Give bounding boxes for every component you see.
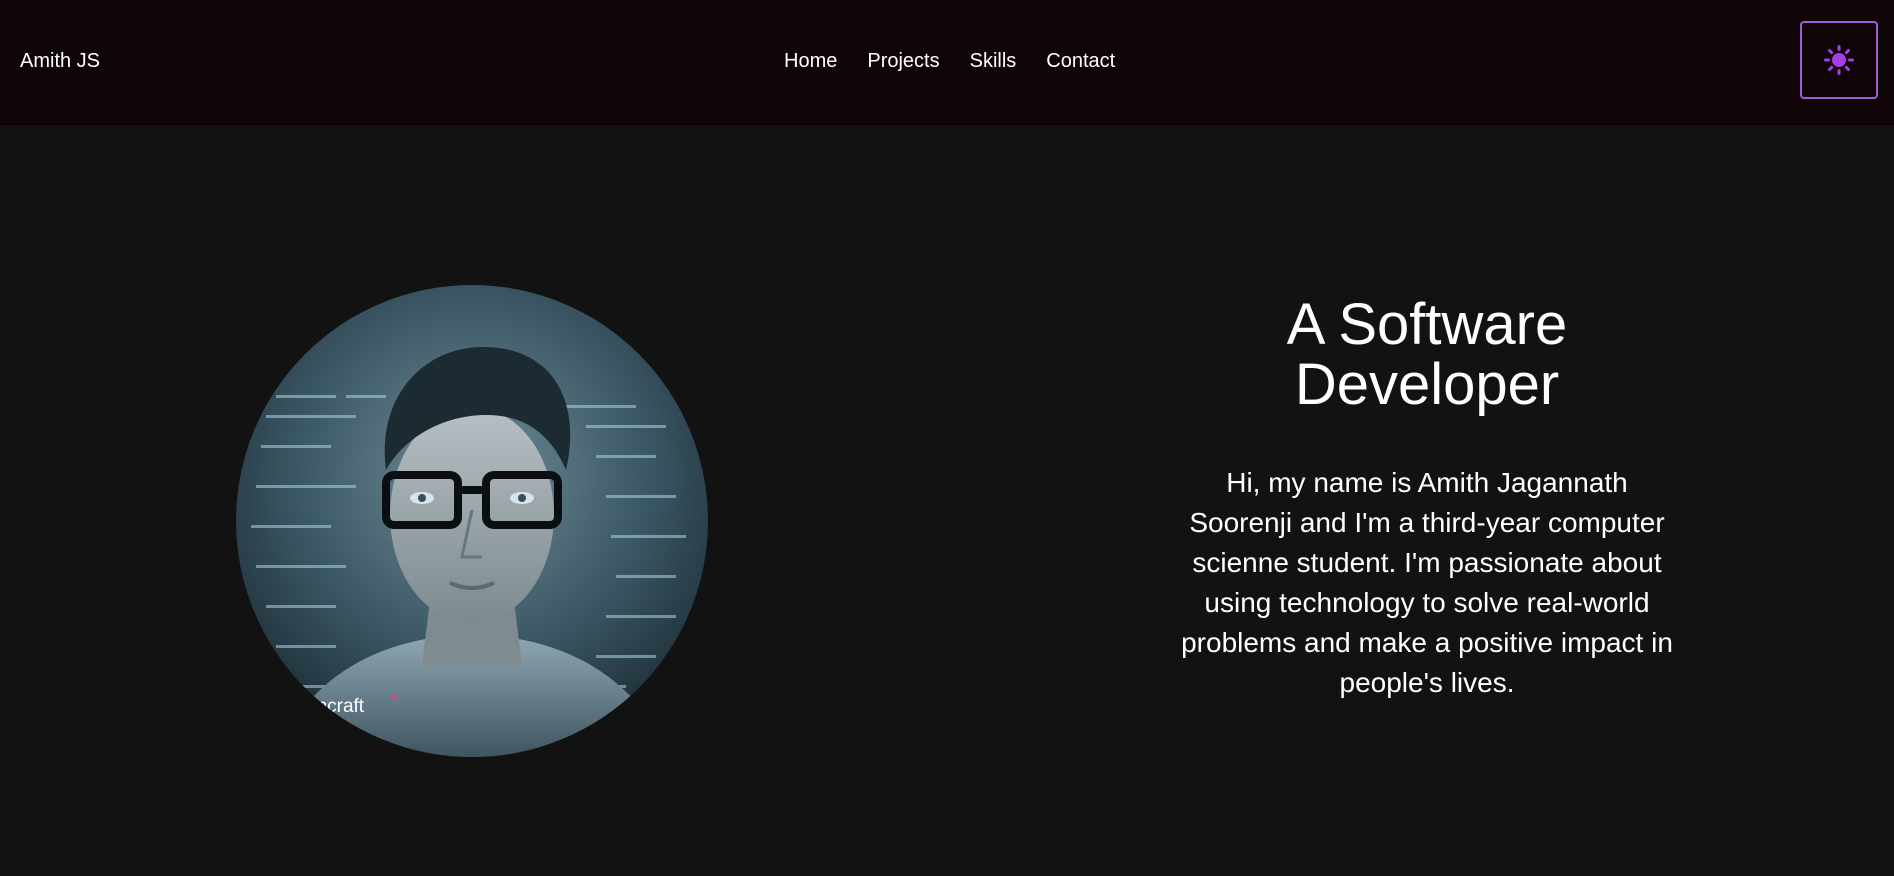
nav-link-home[interactable]: Home xyxy=(784,50,837,72)
nav-link-skills[interactable]: Skills xyxy=(970,50,1017,72)
sun-icon xyxy=(1824,45,1854,75)
profile-photo: encraft xyxy=(236,285,708,757)
nav-link-contact[interactable]: Contact xyxy=(1046,50,1115,72)
theme-toggle-button[interactable] xyxy=(1800,21,1878,99)
page-title: A Software Developer xyxy=(1286,292,1568,417)
nav-link-projects[interactable]: Projects xyxy=(867,50,939,72)
bio-paragraph: Hi, my name is Amith Jagannath Soorenji … xyxy=(1181,467,1673,698)
navbar: Amith JS Home Projects Skills Contact xyxy=(0,0,1894,125)
brand-logo-link[interactable]: Amith JS xyxy=(20,50,100,72)
nav-links: Home Projects Skills Contact xyxy=(784,50,1115,72)
hero-text: A Software Developer Hi, my name is Amit… xyxy=(1180,295,1674,703)
